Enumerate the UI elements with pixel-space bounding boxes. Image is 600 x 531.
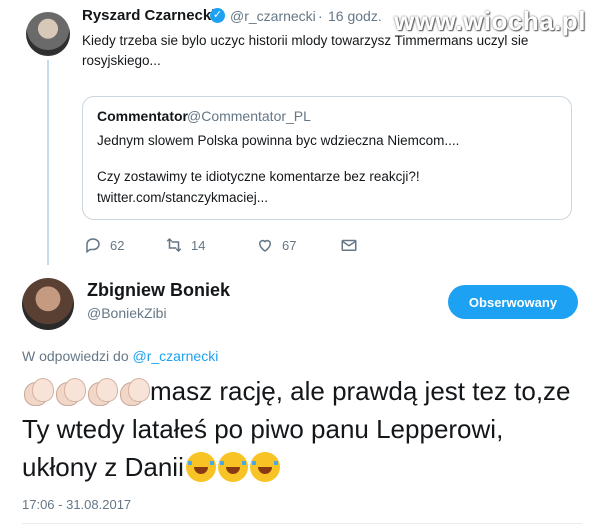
thread-connector-line xyxy=(47,60,49,265)
clapping-hands-icon xyxy=(22,376,54,406)
reply-icon xyxy=(86,238,100,254)
avatar-zbigniew-boniek[interactable] xyxy=(22,278,74,330)
reply-count: 62 xyxy=(110,237,125,253)
divider xyxy=(22,523,582,524)
quoted-link[interactable]: twitter.com/stanczykmaciej... xyxy=(97,190,268,205)
tears-of-joy-icon xyxy=(217,452,248,482)
quoted-text-line: Czy zostawimy te idiotyczne komentarze b… xyxy=(97,169,420,184)
verified-badge-icon: ✓ xyxy=(210,8,225,23)
retweet-button[interactable]: 14 xyxy=(165,236,205,254)
tweet1-author-name[interactable]: Ryszard Czarnecki xyxy=(82,7,215,24)
quoted-author-name: Commentator xyxy=(97,108,189,124)
reply-handle-link[interactable]: @r_czarnecki xyxy=(133,348,219,364)
following-button[interactable]: Obserwowany xyxy=(448,285,578,319)
tweet1-separator: · xyxy=(318,8,323,24)
tears-of-joy-icon xyxy=(185,452,216,482)
clapping-hands-icon xyxy=(54,376,86,406)
like-count: 67 xyxy=(282,237,297,253)
clapping-hands-icon xyxy=(86,376,118,406)
tweet2-timestamp[interactable]: 17:06 - 31.08.2017 xyxy=(22,497,131,512)
quoted-tweet-card[interactable]: Commentator @Commentator_PL Jednym slowe… xyxy=(82,96,572,220)
tears-of-joy-icon xyxy=(249,452,280,482)
tweet1-text: Kiedy trzeba sie bylo uczyc historii mlo… xyxy=(82,33,529,68)
quoted-text-line: Jednym slowem Polska powinna byc wdziecz… xyxy=(97,133,460,148)
tweet2-author-name[interactable]: Zbigniew Boniek xyxy=(87,280,230,301)
like-button[interactable]: 67 xyxy=(256,236,296,254)
clapping-hands-icon xyxy=(118,376,150,406)
reply-button[interactable]: 62 xyxy=(84,236,124,254)
retweet-count: 14 xyxy=(191,237,206,253)
tweet2-body: masz rację, ale prawdą jest tez to,ze Ty… xyxy=(22,372,582,486)
tweet2-author-handle[interactable]: @BoniekZibi xyxy=(87,305,167,321)
tweet1-time[interactable]: 16 godz. xyxy=(328,8,382,24)
direct-message-button[interactable] xyxy=(340,236,358,254)
reply-prefix: W odpowiedzi do xyxy=(22,348,129,364)
retweet-icon xyxy=(166,237,182,253)
tweet1-author-handle[interactable]: @r_czarnecki xyxy=(230,8,316,24)
watermark: www.wiocha.pl xyxy=(394,6,586,36)
direct-message-icon xyxy=(341,239,357,251)
quoted-author-handle: @Commentator_PL xyxy=(187,108,311,124)
avatar-ryszard-czarnecki[interactable] xyxy=(26,12,70,56)
reply-context: W odpowiedzi do @r_czarnecki xyxy=(22,348,218,364)
like-icon xyxy=(258,239,272,252)
